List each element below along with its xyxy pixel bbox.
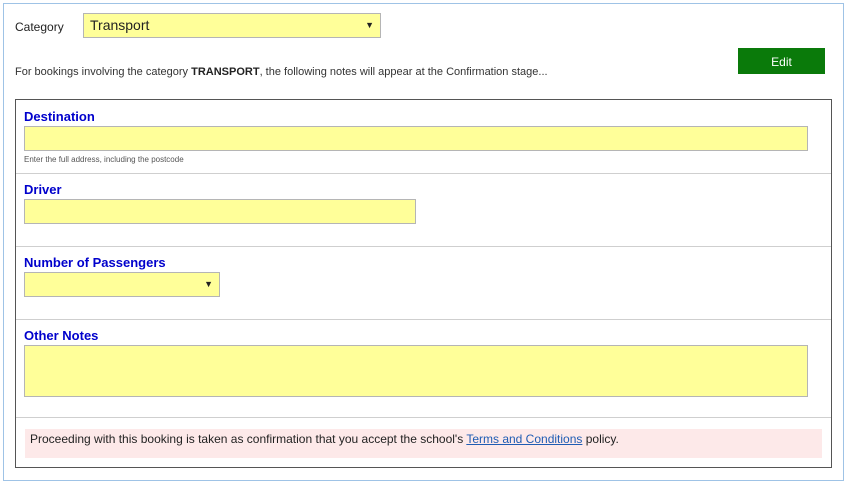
other-notes-section: Other Notes [16, 320, 831, 418]
other-notes-label: Other Notes [24, 328, 99, 343]
category-selected-value: Transport [90, 17, 150, 33]
dropdown-arrow-icon: ▼ [204, 279, 213, 289]
terms-and-conditions-link[interactable]: Terms and Conditions [466, 432, 582, 446]
destination-hint: Enter the full address, including the po… [24, 155, 184, 164]
notes-intro-suffix: , the following notes will appear at the… [259, 66, 548, 78]
passengers-label: Number of Passengers [24, 255, 166, 270]
passengers-select[interactable]: ▼ [24, 272, 220, 297]
destination-label: Destination [24, 109, 95, 124]
driver-section: Driver [16, 174, 831, 247]
policy-prefix: Proceeding with this booking is taken as… [30, 432, 467, 446]
policy-suffix: policy. [582, 432, 619, 446]
category-select[interactable]: Transport ▼ [83, 13, 381, 38]
driver-label: Driver [24, 182, 62, 197]
terms-policy-notice: Proceeding with this booking is taken as… [25, 429, 822, 458]
notes-intro-category: TRANSPORT [191, 66, 260, 78]
passengers-section: Number of Passengers ▼ [16, 247, 831, 320]
edit-button[interactable]: Edit [738, 48, 825, 74]
driver-input[interactable] [24, 199, 416, 224]
destination-section: Destination Enter the full address, incl… [16, 100, 831, 174]
notes-form: Destination Enter the full address, incl… [15, 99, 832, 468]
notes-intro-prefix: For bookings involving the category [15, 66, 192, 78]
destination-input[interactable] [24, 126, 808, 151]
other-notes-textarea[interactable] [24, 345, 808, 397]
notes-intro-text: For bookings involving the category TRAN… [15, 66, 548, 78]
dropdown-arrow-icon: ▼ [365, 20, 374, 30]
category-label: Category [15, 20, 64, 34]
